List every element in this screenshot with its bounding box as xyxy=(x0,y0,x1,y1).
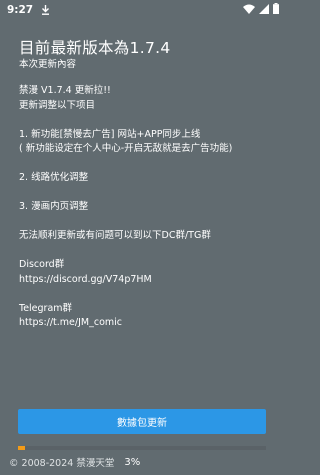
note-line: Discord群 xyxy=(19,259,65,270)
dialog-subtitle: 本次更新內容 xyxy=(19,59,77,70)
status-bar: 9:27 xyxy=(0,0,285,20)
wifi-icon xyxy=(243,4,255,17)
progress-fill xyxy=(18,446,26,450)
update-notes: 禁漫 V1.7.4 更新拉!! 更新调整以下项目 1. 新功能[禁慢去广告] 网… xyxy=(19,84,279,331)
note-line: Telegram群 xyxy=(19,302,73,314)
update-button[interactable]: 數據包更新 xyxy=(18,409,266,434)
note-line: 无法顺利更新或有问题可以到以下DC群/TG群 xyxy=(19,230,211,241)
note-line: ( 新功能设定在个人中心-开启无敌就是去广告功能) xyxy=(19,143,233,154)
progress-percent: 3% xyxy=(124,456,141,468)
note-line: 2. 线路优化调整 xyxy=(19,172,89,183)
battery-icon xyxy=(273,3,279,17)
footer: © 2008-2024 禁漫天堂 3% xyxy=(9,455,279,470)
note-line: 3. 漫画内页调整 xyxy=(19,201,89,212)
download-progress-bar xyxy=(18,446,266,450)
copyright-text: © 2008-2024 禁漫天堂 xyxy=(9,458,115,469)
discord-link[interactable]: https://discord.gg/V74p7HM xyxy=(19,273,279,288)
telegram-link[interactable]: https://t.me/JM_comic xyxy=(19,316,279,331)
note-line: 1. 新功能[禁慢去广告] 网站+APP同步上线 xyxy=(19,128,201,140)
download-icon xyxy=(41,5,50,15)
note-line: 禁漫 V1.7.4 更新拉!! xyxy=(19,85,111,96)
status-time: 9:27 xyxy=(7,4,34,16)
signal-icon xyxy=(259,3,269,17)
note-line: 更新调整以下项目 xyxy=(19,99,96,111)
dialog-title: 目前最新版本為1.7.4 xyxy=(19,39,171,57)
